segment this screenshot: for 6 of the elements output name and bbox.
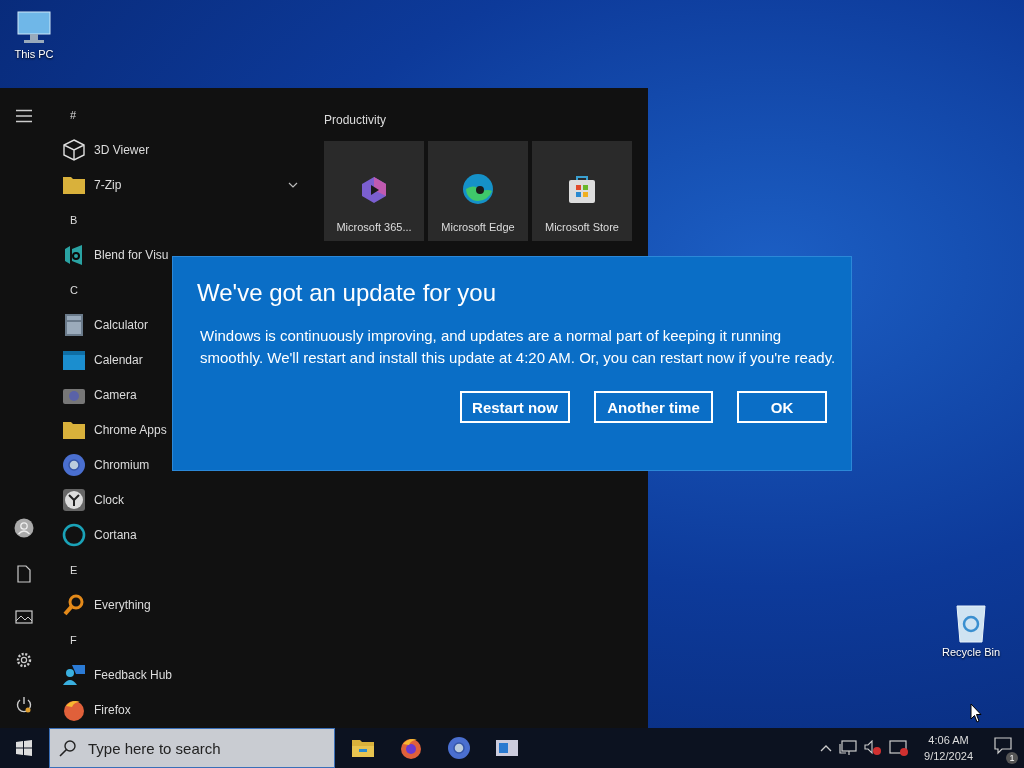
notification-count: 1 <box>1006 752 1018 764</box>
desktop-icon-label: This PC <box>14 48 54 60</box>
dialog-message: Windows is continuously improving, and updates are a normal part of keeping it running smoothly. We'll restart and install this update at 4:20 AM. Or, you can restart now if you're ready. <box>200 326 837 368</box>
dialog-title: We've got an update for you <box>197 279 497 307</box>
tile-group-title: Productivity <box>324 113 387 127</box>
desktop-icon-label: Recycle Bin <box>942 646 1001 658</box>
